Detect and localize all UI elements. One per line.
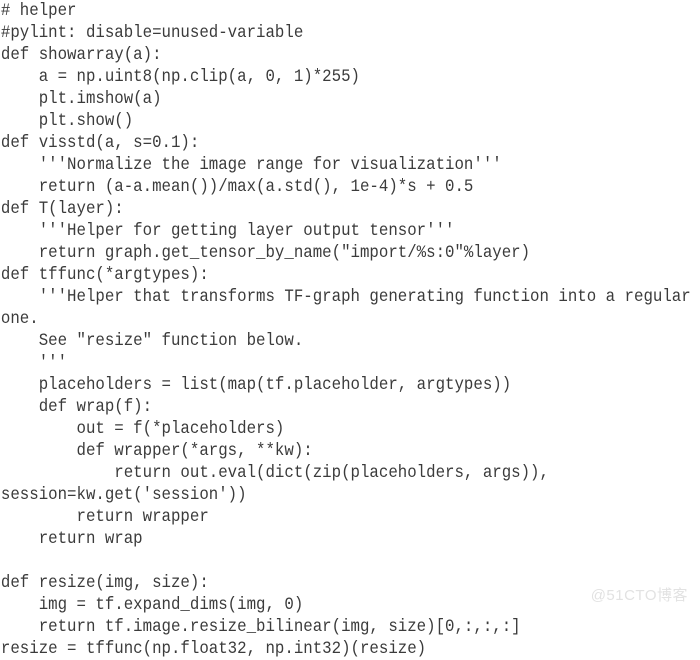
code-line: '''Helper that transforms TF-graph gener…: [0, 287, 691, 307]
code-line: return graph.get_tensor_by_name("import/…: [0, 243, 531, 263]
code-line: #pylint: disable=unused-variable: [0, 23, 304, 43]
code-line: def showarray(a):: [0, 45, 162, 65]
code-line: ''': [0, 353, 68, 373]
code-line: def wrapper(*args, **kw):: [0, 441, 313, 461]
code-line: def T(layer):: [0, 199, 124, 219]
code-block: # helper #pylint: disable=unused-variable…: [0, 0, 700, 660]
code-line: out = f(*placeholders): [0, 419, 285, 439]
code-line: '''Helper for getting layer output tenso…: [0, 221, 455, 241]
code-line: def visstd(a, s=0.1):: [0, 133, 200, 153]
code-line: resize = tffunc(np.float32, np.int32)(re…: [0, 639, 427, 659]
code-line: def wrap(f):: [0, 397, 153, 417]
code-line: return out.eval(dict(zip(placeholders, a…: [0, 463, 549, 483]
code-line: one.: [0, 309, 39, 329]
code-line: return (a-a.mean())/max(a.std(), 1e-4)*s…: [0, 177, 474, 197]
code-line: placeholders = list(map(tf.placeholder, …: [0, 375, 512, 395]
code-line: '''Normalize the image range for visuali…: [0, 155, 502, 175]
code-line: return wrap: [0, 529, 143, 549]
code-line: # helper: [0, 1, 77, 21]
code-line: plt.imshow(a): [0, 89, 162, 109]
watermark: @51CTO博客: [590, 587, 688, 604]
code-line: return tf.image.resize_bilinear(img, siz…: [0, 617, 521, 637]
code-line: session=kw.get('session')): [0, 485, 247, 505]
code-line: a = np.uint8(np.clip(a, 0, 1)*255): [0, 67, 360, 87]
code-screenshot-page: { "page": { "title": "helper code snippe…: [0, 0, 700, 659]
code-line: return wrapper: [0, 507, 209, 527]
code-line: def tffunc(*argtypes):: [0, 265, 209, 285]
code-line: See "resize" function below.: [0, 331, 304, 351]
code-line: plt.show(): [0, 111, 134, 131]
